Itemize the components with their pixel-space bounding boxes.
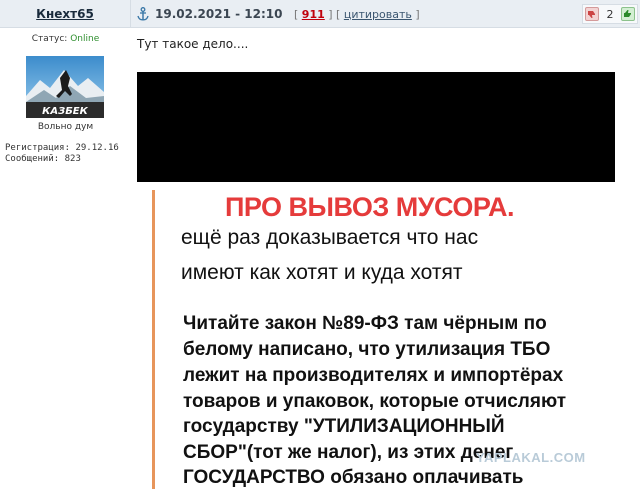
registration-date: Регистрация: 29.12.16 bbox=[5, 143, 119, 153]
rating-value: 2 bbox=[606, 7, 614, 21]
avatar[interactable]: КАЗБЕК bbox=[26, 56, 104, 118]
anchor-icon[interactable] bbox=[137, 7, 149, 21]
post-image[interactable]: ПРО ВЫВОЗ МУСОРА. ещё раз доказывается ч… bbox=[137, 72, 615, 489]
post-date: 19.02.2021 - 12:10 bbox=[155, 7, 283, 21]
post-header: 19.02.2021 - 12:10 [ 911 ] [ цитировать … bbox=[131, 0, 640, 28]
post-body: Тут такое дело.... ПРО ВЫВОЗ МУСОРА. ещё… bbox=[131, 28, 640, 489]
author-cell: Кнехт65 bbox=[0, 0, 131, 28]
image-body-line: товаров и упаковок, которые отчисляют bbox=[183, 391, 567, 412]
user-panel: Статус: Online КАЗБЕК Вольно дум Регистр… bbox=[0, 28, 131, 489]
image-body-line: государству "УТИЛИЗАЦИОННЫЙ bbox=[183, 416, 505, 437]
image-body-line: Читайте закон №89-ФЗ там чёрным по bbox=[183, 313, 547, 334]
image-headline: ПРО ВЫВОЗ МУСОРА. bbox=[225, 192, 515, 222]
site-watermark: YAPLAKAL.COM bbox=[476, 450, 586, 465]
post-number-link[interactable]: 911 bbox=[302, 8, 325, 21]
image-redacted-area bbox=[137, 72, 615, 182]
post-meta: [ 911 ] [ цитировать ] bbox=[294, 8, 420, 21]
quote-link[interactable]: цитировать bbox=[344, 8, 412, 21]
image-accent-rule bbox=[152, 190, 155, 489]
image-body-line: белому написано, что утилизация ТБО bbox=[183, 339, 551, 360]
image-subline-1: ещё раз доказывается что нас bbox=[181, 226, 479, 249]
thumb-down-icon[interactable] bbox=[585, 7, 599, 21]
image-subline-2: имеют как хотят и куда хотят bbox=[181, 261, 463, 284]
status-online: Online bbox=[70, 34, 100, 44]
thumb-up-icon[interactable] bbox=[621, 7, 635, 21]
avatar-logo-text: КАЗБЕК bbox=[42, 106, 88, 117]
rating-box: 2 bbox=[582, 4, 638, 24]
status-line: Статус: Online bbox=[0, 34, 131, 44]
image-body-line: СБОР"(тот же налог), из этих денег bbox=[183, 442, 514, 463]
user-title: Вольно дум bbox=[37, 122, 94, 132]
image-body-line: ГОСУДАРСТВО обязано оплачивать bbox=[183, 467, 524, 488]
image-body-line: лежит на производителях и импортёрах bbox=[183, 365, 564, 386]
status-label: Статус: bbox=[31, 34, 71, 44]
message-count: Сообщений: 823 bbox=[5, 154, 81, 164]
author-name-link[interactable]: Кнехт65 bbox=[36, 7, 94, 21]
post-text: Тут такое дело.... bbox=[137, 37, 249, 51]
